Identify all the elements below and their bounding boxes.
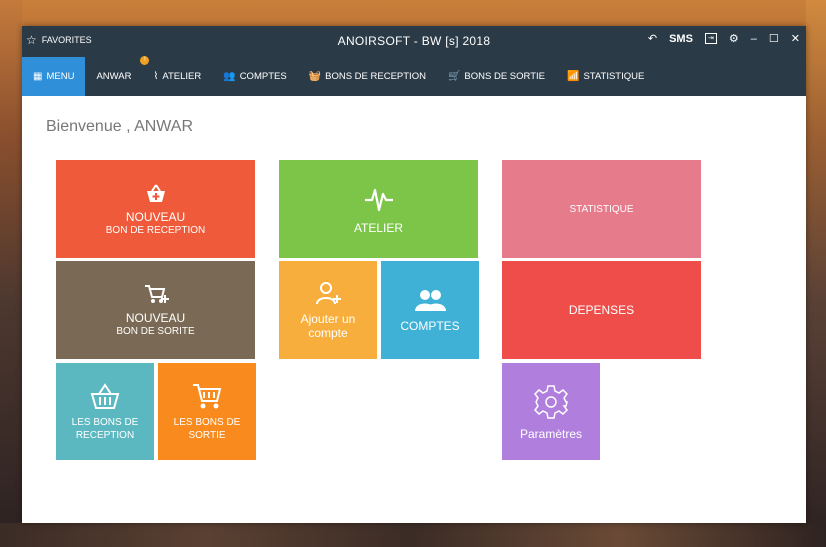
undo-icon[interactable]: ↶ (648, 32, 657, 45)
users-icon: 👥 (223, 71, 236, 82)
cart-icon: 🛒 (447, 71, 461, 82)
tile-subtitle: compte (308, 326, 348, 340)
menu-item-atelier[interactable]: ⌇ ATELIER (142, 57, 212, 96)
menu-item-label: COMPTES (239, 71, 287, 82)
tile-subtitle: RECEPTION (75, 429, 135, 441)
minimize-icon[interactable]: – (751, 33, 757, 45)
tile-atelier[interactable]: ATELIER (279, 160, 478, 258)
users-icon (415, 290, 446, 311)
menu-item-anwar[interactable]: ANWAR ! (85, 56, 150, 96)
menu-item-label: ANWAR (96, 71, 132, 82)
bar-chart-icon: 📶 (567, 71, 580, 82)
tile-title: DEPENSES (568, 303, 635, 317)
desktop-background-right (806, 0, 826, 547)
menu-item-label: MENU (46, 71, 75, 82)
menu-item-label: ATELIER (162, 71, 202, 82)
tile-title: NOUVEAU (125, 209, 186, 224)
menu-item-menu[interactable]: ▦ MENU (22, 57, 86, 96)
tile-comptes[interactable]: COMPTES (381, 261, 479, 359)
menu-item-statistique[interactable]: 📶 STATISTIQUE (556, 57, 655, 96)
tile-title: Ajouter un (300, 312, 356, 326)
main-menu: ▦ MENU ANWAR ! ⌇ ATELIER 👥 COMPTES 🧺 BON… (22, 56, 806, 96)
tile-title: LES BONS DE (173, 416, 241, 428)
menu-item-bons-reception[interactable]: 🧺 BONS DE RECEPTION (298, 57, 437, 96)
tile-title: LES BONS DE (71, 416, 139, 428)
tile-nouveau-bon-sortie[interactable]: NOUVEAU BON DE SORITE (56, 261, 255, 359)
menu-item-label: BONS DE RECEPTION (325, 71, 426, 82)
tile-title: Paramètres (519, 426, 583, 441)
basket-icon: 🧺 (308, 71, 322, 82)
menu-item-label: STATISTIQUE (583, 71, 645, 82)
app-window: ☆ FAVORITES ANOIRSOFT - BW [s] 2018 ↶ SM… (22, 26, 806, 523)
menu-item-label: BONS DE SORTIE (464, 71, 545, 82)
desktop-background-left (0, 0, 22, 547)
basket-plus-icon (146, 183, 165, 202)
tile-depenses[interactable]: DEPENSES (502, 261, 701, 359)
close-icon[interactable]: ✕ (791, 32, 800, 45)
welcome-message: Bienvenue , ANWAR (46, 118, 194, 135)
tile-parametres[interactable]: Paramètres (502, 363, 600, 460)
title-bar-controls: ↶ SMS ⇥ ⚙ – ☐ ✕ (648, 32, 800, 46)
tile-title: COMPTES (400, 319, 460, 333)
tile-les-bons-reception[interactable]: LES BONS DE RECEPTION (56, 363, 154, 460)
tile-title: ATELIER (353, 221, 404, 235)
gear-icon (534, 384, 568, 419)
pulse-icon (364, 188, 393, 212)
tile-subtitle: BON DE RECEPTION (105, 224, 206, 236)
tile-subtitle: SORTIE (188, 429, 226, 441)
pulse-icon: ⌇ (153, 71, 159, 82)
menu-item-comptes[interactable]: 👥 COMPTES (212, 57, 297, 96)
tile-statistique[interactable]: STATISTIQUE (502, 160, 701, 258)
sms-button[interactable]: SMS (669, 33, 693, 45)
basket-icon (90, 382, 120, 409)
gear-icon[interactable]: ⚙ (729, 32, 739, 45)
tile-title: STATISTIQUE (569, 203, 634, 215)
tile-les-bons-sortie[interactable]: LES BONS DE SORTIE (158, 363, 256, 460)
cart-plus-icon (144, 284, 169, 303)
login-icon[interactable]: ⇥ (704, 33, 717, 44)
maximize-icon[interactable]: ☐ (769, 32, 779, 45)
tile-ajouter-compte[interactable]: Ajouter un compte (279, 261, 377, 359)
tile-nouveau-bon-reception[interactable]: NOUVEAU BON DE RECEPTION (56, 160, 255, 258)
title-bar: ☆ FAVORITES ANOIRSOFT - BW [s] 2018 ↶ SM… (22, 26, 806, 57)
cart-icon (193, 383, 222, 408)
add-user-icon (316, 282, 341, 305)
tile-subtitle: BON DE SORITE (116, 325, 195, 337)
menu-item-bons-sortie[interactable]: 🛒 BONS DE SORTIE (437, 57, 556, 96)
tile-title: NOUVEAU (125, 310, 186, 325)
grid-icon: ▦ (33, 71, 43, 82)
desktop-background-bottom (0, 523, 826, 547)
